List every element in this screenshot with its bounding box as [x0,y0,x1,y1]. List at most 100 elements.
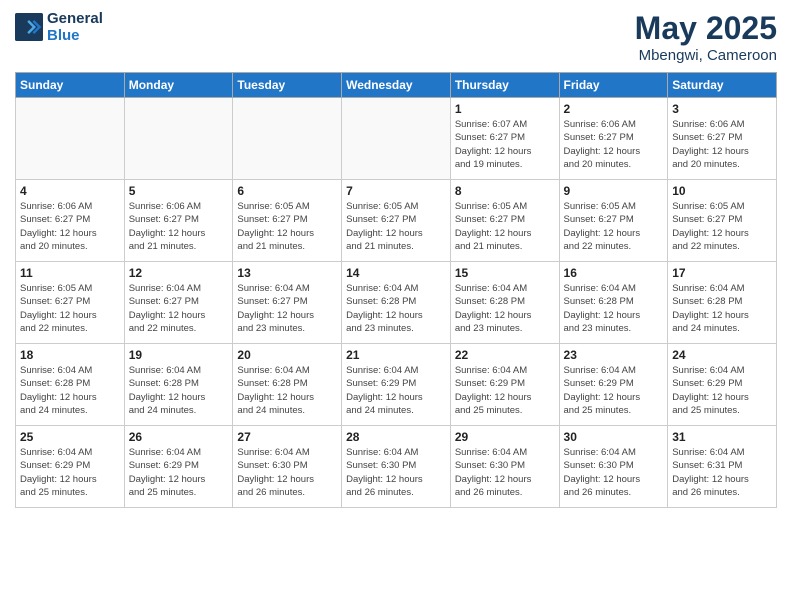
day-info: Sunrise: 6:06 AM Sunset: 6:27 PM Dayligh… [20,200,120,253]
table-row [124,98,233,180]
calendar-week-row: 25 Sunrise: 6:04 AM Sunset: 6:29 PM Dayli… [16,426,777,508]
day-number: 13 [237,266,337,280]
day-number: 19 [129,348,229,362]
day-info: Sunrise: 6:04 AM Sunset: 6:30 PM Dayligh… [346,446,446,499]
day-info: Sunrise: 6:04 AM Sunset: 6:28 PM Dayligh… [672,282,772,335]
day-number: 10 [672,184,772,198]
day-number: 6 [237,184,337,198]
day-number: 31 [672,430,772,444]
table-row: 1 Sunrise: 6:07 AM Sunset: 6:27 PM Daylig… [450,98,559,180]
table-row: 7 Sunrise: 6:05 AM Sunset: 6:27 PM Daylig… [342,180,451,262]
table-row: 11 Sunrise: 6:05 AM Sunset: 6:27 PM Dayli… [16,262,125,344]
day-info: Sunrise: 6:04 AM Sunset: 6:28 PM Dayligh… [455,282,555,335]
day-number: 1 [455,102,555,116]
day-number: 14 [346,266,446,280]
day-info: Sunrise: 6:06 AM Sunset: 6:27 PM Dayligh… [564,118,664,171]
table-row: 24 Sunrise: 6:04 AM Sunset: 6:29 PM Dayli… [668,344,777,426]
day-number: 30 [564,430,664,444]
calendar-week-row: 1 Sunrise: 6:07 AM Sunset: 6:27 PM Daylig… [16,98,777,180]
table-row: 15 Sunrise: 6:04 AM Sunset: 6:28 PM Dayli… [450,262,559,344]
th-wednesday: Wednesday [342,73,451,98]
table-row: 9Sunrise: 6:05 AM Sunset: 6:27 PM Daylig… [559,180,668,262]
day-info: Sunrise: 6:04 AM Sunset: 6:28 PM Dayligh… [237,364,337,417]
day-info: Sunrise: 6:06 AM Sunset: 6:27 PM Dayligh… [672,118,772,171]
table-row: 26 Sunrise: 6:04 AM Sunset: 6:29 PM Dayli… [124,426,233,508]
title-block: May 2025 Mbengwi, Cameroon [635,10,777,64]
day-number: 15 [455,266,555,280]
th-monday: Monday [124,73,233,98]
table-row: 31 Sunrise: 6:04 AM Sunset: 6:31 PM Dayli… [668,426,777,508]
table-row: 27Sunrise: 6:04 AM Sunset: 6:30 PM Dayli… [233,426,342,508]
month-title: May 2025 [635,10,777,47]
day-info: Sunrise: 6:04 AM Sunset: 6:28 PM Dayligh… [20,364,120,417]
table-row: 23 Sunrise: 6:04 AM Sunset: 6:29 PM Dayli… [559,344,668,426]
day-number: 5 [129,184,229,198]
table-row: 18Sunrise: 6:04 AM Sunset: 6:28 PM Dayli… [16,344,125,426]
day-number: 22 [455,348,555,362]
header: General Blue May 2025 Mbengwi, Cameroon [15,10,777,64]
day-number: 11 [20,266,120,280]
day-number: 8 [455,184,555,198]
day-info: Sunrise: 6:04 AM Sunset: 6:27 PM Dayligh… [237,282,337,335]
day-info: Sunrise: 6:07 AM Sunset: 6:27 PM Dayligh… [455,118,555,171]
th-saturday: Saturday [668,73,777,98]
day-info: Sunrise: 6:04 AM Sunset: 6:28 PM Dayligh… [346,282,446,335]
table-row [233,98,342,180]
day-number: 20 [237,348,337,362]
table-row: 6Sunrise: 6:05 AM Sunset: 6:27 PM Daylig… [233,180,342,262]
th-tuesday: Tuesday [233,73,342,98]
table-row: 20 Sunrise: 6:04 AM Sunset: 6:28 PM Dayli… [233,344,342,426]
day-number: 23 [564,348,664,362]
table-row: 12 Sunrise: 6:04 AM Sunset: 6:27 PM Dayli… [124,262,233,344]
table-row: 29 Sunrise: 6:04 AM Sunset: 6:30 PM Dayli… [450,426,559,508]
day-info: Sunrise: 6:05 AM Sunset: 6:27 PM Dayligh… [455,200,555,253]
day-number: 4 [20,184,120,198]
table-row: 10 Sunrise: 6:05 AM Sunset: 6:27 PM Dayli… [668,180,777,262]
day-number: 26 [129,430,229,444]
day-number: 25 [20,430,120,444]
th-friday: Friday [559,73,668,98]
table-row: 3 Sunrise: 6:06 AM Sunset: 6:27 PM Daylig… [668,98,777,180]
table-row: 21 Sunrise: 6:04 AM Sunset: 6:29 PM Dayli… [342,344,451,426]
table-row: 30 Sunrise: 6:04 AM Sunset: 6:30 PM Dayli… [559,426,668,508]
day-info: Sunrise: 6:05 AM Sunset: 6:27 PM Dayligh… [346,200,446,253]
day-info: Sunrise: 6:05 AM Sunset: 6:27 PM Dayligh… [20,282,120,335]
day-info: Sunrise: 6:04 AM Sunset: 6:30 PM Dayligh… [564,446,664,499]
day-info: Sunrise: 6:04 AM Sunset: 6:29 PM Dayligh… [129,446,229,499]
day-number: 2 [564,102,664,116]
calendar-week-row: 18Sunrise: 6:04 AM Sunset: 6:28 PM Dayli… [16,344,777,426]
day-info: Sunrise: 6:04 AM Sunset: 6:31 PM Dayligh… [672,446,772,499]
day-number: 29 [455,430,555,444]
calendar-header-row: Sunday Monday Tuesday Wednesday Thursday… [16,73,777,98]
table-row: 22 Sunrise: 6:04 AM Sunset: 6:29 PM Dayli… [450,344,559,426]
table-row: 2 Sunrise: 6:06 AM Sunset: 6:27 PM Daylig… [559,98,668,180]
day-number: 24 [672,348,772,362]
day-info: Sunrise: 6:04 AM Sunset: 6:29 PM Dayligh… [672,364,772,417]
day-info: Sunrise: 6:04 AM Sunset: 6:27 PM Dayligh… [129,282,229,335]
day-info: Sunrise: 6:04 AM Sunset: 6:28 PM Dayligh… [564,282,664,335]
day-info: Sunrise: 6:05 AM Sunset: 6:27 PM Dayligh… [672,200,772,253]
table-row: 25 Sunrise: 6:04 AM Sunset: 6:29 PM Dayli… [16,426,125,508]
table-row: 13 Sunrise: 6:04 AM Sunset: 6:27 PM Dayli… [233,262,342,344]
calendar-week-row: 4 Sunrise: 6:06 AM Sunset: 6:27 PM Daylig… [16,180,777,262]
day-info: Sunrise: 6:04 AM Sunset: 6:29 PM Dayligh… [20,446,120,499]
day-number: 3 [672,102,772,116]
day-number: 7 [346,184,446,198]
table-row: 19Sunrise: 6:04 AM Sunset: 6:28 PM Dayli… [124,344,233,426]
day-info: Sunrise: 6:04 AM Sunset: 6:29 PM Dayligh… [455,364,555,417]
table-row: 14 Sunrise: 6:04 AM Sunset: 6:28 PM Dayli… [342,262,451,344]
logo-general: General [47,10,103,27]
day-number: 17 [672,266,772,280]
day-info: Sunrise: 6:04 AM Sunset: 6:29 PM Dayligh… [346,364,446,417]
table-row: 5Sunrise: 6:06 AM Sunset: 6:27 PM Daylig… [124,180,233,262]
day-number: 12 [129,266,229,280]
page-container: General Blue May 2025 Mbengwi, Cameroon … [0,0,792,518]
table-row: 16Sunrise: 6:04 AM Sunset: 6:28 PM Dayli… [559,262,668,344]
day-number: 9 [564,184,664,198]
table-row [16,98,125,180]
day-number: 27 [237,430,337,444]
day-info: Sunrise: 6:04 AM Sunset: 6:30 PM Dayligh… [455,446,555,499]
day-info: Sunrise: 6:04 AM Sunset: 6:29 PM Dayligh… [564,364,664,417]
day-number: 21 [346,348,446,362]
logo-blue: Blue [47,27,103,44]
